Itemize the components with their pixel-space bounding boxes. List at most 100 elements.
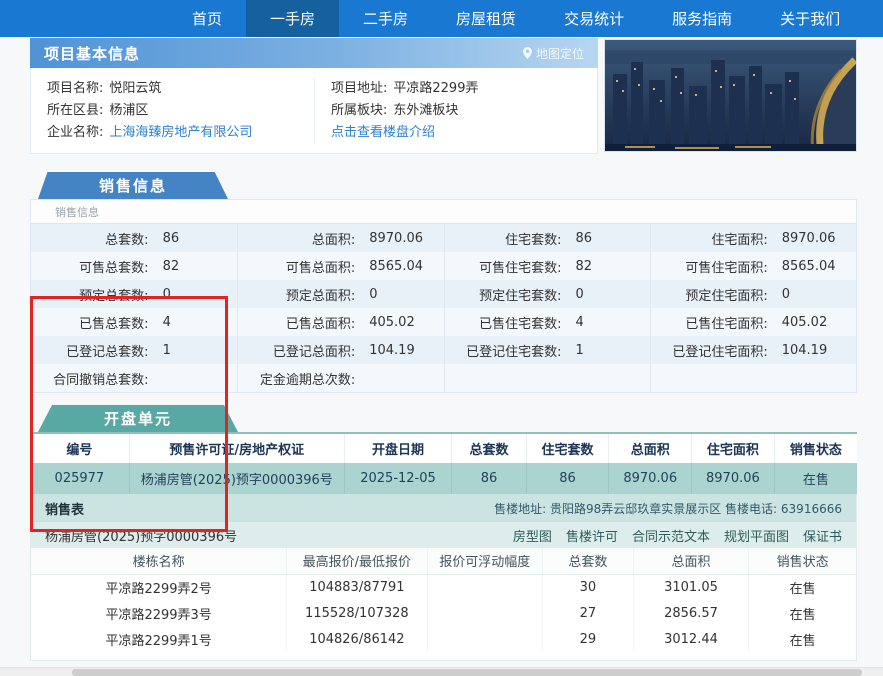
nav-item-statistics[interactable]: 交易统计 [540,0,648,37]
unit-total-area: 8970.06 [609,463,692,494]
stat-label: 预定总套数: [31,285,149,304]
col-header: 楼栋名称 [31,548,287,574]
nav-item-rental[interactable]: 房屋租赁 [432,0,540,37]
building-row[interactable]: 平凉路2299弄3号 115528/107328 27 2856.57 在售 [31,600,856,626]
stat-value: 0 [355,287,377,302]
building-status: 在售 [749,574,856,600]
col-header: 住宅套数 [526,433,609,463]
building-row[interactable]: 平凉路2299弄1号 104826/86142 29 3012.44 在售 [31,626,856,652]
building-name[interactable]: 平凉路2299弄2号 [31,574,287,600]
col-header: 编号 [30,433,129,463]
stat-label: 总面积: [238,229,355,248]
building-float [427,600,543,626]
stat-value: 405.02 [355,315,415,330]
building-area: 3012.44 [633,626,749,652]
stat-label: 预定住宅套数: [445,285,562,304]
stat-label: 可售总面积: [238,257,355,276]
company-link[interactable]: 上海海臻房地产有限公司 [109,125,252,140]
col-header: 总套数 [452,433,526,463]
building-status: 在售 [749,626,856,652]
sales-info-row: 已登记总套数:1 已登记总面积:104.19 已登记住宅套数:1 已登记住宅面积… [31,336,856,364]
col-header: 最高报价/最低报价 [287,548,427,574]
stat-label: 已登记住宅面积: [651,341,768,360]
project-photo [604,39,857,152]
stat-value: 1 [561,343,583,358]
project-district-value: 杨浦区 [109,103,148,118]
stat-label: 住宅套数: [445,229,562,248]
project-plate-value: 东外滩板块 [393,103,458,118]
nav-item-guide[interactable]: 服务指南 [648,0,756,37]
sales-office-info: 售楼地址: 贵阳路98弄云邸玖章实景展示区 售楼电话: 63916666 [494,500,842,517]
field-label: 项目地址: [331,81,387,96]
stat-value: 8970.06 [355,231,423,246]
buildings-header-row: 楼栋名称 最高报价/最低报价 报价可浮动幅度 总套数 总面积 销售状态 [31,548,856,574]
unit-open-date: 2025-12-05 [344,463,452,494]
scrollbar-thumb[interactable] [72,669,862,676]
document-links: 房型图 售楼许可 合同示范文本 规划平面图 保证书 [513,526,842,545]
units-data-row[interactable]: 025977 杨浦房管(2025)预字0000396号 2025-12-05 8… [30,463,857,494]
unit-sale-status: 在售 [774,463,857,494]
stat-value: 0 [561,287,583,302]
nav-item-home[interactable]: 首页 [168,0,246,37]
building-intro-link[interactable]: 点击查看楼盘介绍 [331,125,435,140]
top-navigation: 首页 一手房 二手房 房屋租赁 交易统计 服务指南 关于我们 [0,0,883,37]
nav-item-second-hand[interactable]: 二手房 [339,0,432,37]
link-planning-map[interactable]: 规划平面图 [724,526,789,545]
stat-value: 4 [149,315,171,330]
field-label: 企业名称: [47,125,103,140]
project-panel-header: 项目基本信息 地图定位 [30,38,598,68]
field-label: 所在区县: [47,103,103,118]
building-float [427,574,543,600]
col-header: 销售状态 [749,548,856,574]
stat-value: 8565.04 [355,259,423,274]
stat-label: 已售总套数: [31,313,149,332]
stat-label: 可售总套数: [31,257,149,276]
project-intro-row: 点击查看楼盘介绍 [331,122,581,143]
link-sales-permit[interactable]: 售楼许可 [566,526,618,545]
building-area: 2856.57 [633,600,749,626]
stat-label: 已售住宅面积: [651,313,768,332]
building-name[interactable]: 平凉路2299弄1号 [31,626,287,652]
units-header-row: 编号 预售许可证/房地产权证 开盘日期 总套数 住宅套数 总面积 住宅面积 销售… [30,433,857,463]
tab-sales-info[interactable]: 销售信息 [38,172,228,199]
project-plate-row: 所属板块: 东外滩板块 [331,100,581,121]
map-locate-link[interactable]: 地图定位 [523,45,584,62]
horizontal-scrollbar[interactable] [0,667,883,676]
building-status: 在售 [749,600,856,626]
sales-info-sub-label: 销售信息 [31,200,856,224]
project-address-row: 项目地址:平凉路2299弄 [331,78,581,99]
project-name-value: 悦阳云筑 [109,81,161,96]
stat-label: 已售住宅套数: [445,313,562,332]
stat-label: 住宅面积: [651,229,768,248]
link-floor-plan[interactable]: 房型图 [513,526,552,545]
stat-label: 预定总面积: [238,285,355,304]
building-row[interactable]: 平凉路2299弄2号 104883/87791 30 3101.05 在售 [31,574,856,600]
stat-label: 预定住宅面积: [651,285,768,304]
building-price: 104826/86142 [287,626,427,652]
tab-opening-units[interactable]: 开盘单元 [38,405,238,432]
stat-label: 已登记总套数: [31,341,149,360]
stat-label: 合同撤销总套数: [31,369,149,388]
nav-item-about[interactable]: 关于我们 [756,0,864,37]
opening-units-table: 编号 预售许可证/房地产权证 开盘日期 总套数 住宅套数 总面积 住宅面积 销售… [30,432,857,494]
stat-value: 4 [561,315,583,330]
link-contract-sample[interactable]: 合同示范文本 [632,526,710,545]
stat-label: 可售住宅面积: [651,257,768,276]
building-name[interactable]: 平凉路2299弄3号 [31,600,287,626]
sales-info-row: 合同撤销总套数: 定金逾期总次数: [31,364,856,392]
building-price: 104883/87791 [287,574,427,600]
link-guarantee[interactable]: 保证书 [803,526,842,545]
stat-value: 82 [561,259,592,274]
project-basic-info-panel: 项目基本信息 地图定位 项目名称:悦阳云筑 所在区县:杨浦区 [30,38,857,154]
unit-residential-area: 8970.06 [692,463,775,494]
panel-title: 项目基本信息 [44,43,140,64]
building-count: 30 [543,574,634,600]
col-header: 住宅面积 [692,433,775,463]
sales-table-section: 销售表 售楼地址: 贵阳路98弄云邸玖章实景展示区 售楼电话: 63916666… [30,494,857,661]
stat-value: 104.19 [355,343,415,358]
col-header: 销售状态 [774,433,857,463]
nav-item-new-house[interactable]: 一手房 [246,0,339,37]
stat-label: 可售住宅套数: [445,257,562,276]
sales-info-row: 总套数:86 总面积:8970.06 住宅套数:86 住宅面积:8970.06 [31,224,856,252]
field-label: 所属板块: [331,103,387,118]
